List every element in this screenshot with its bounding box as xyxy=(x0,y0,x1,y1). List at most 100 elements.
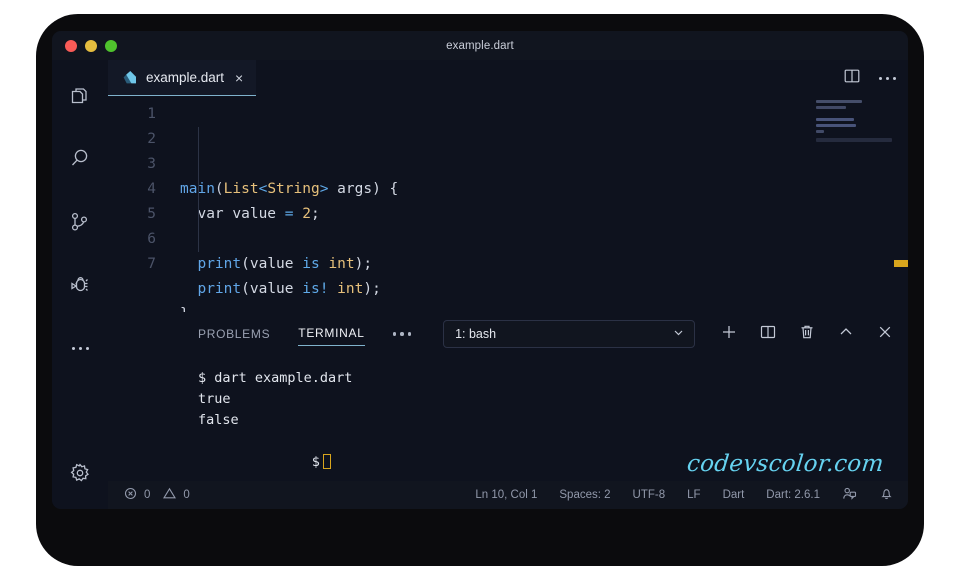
line-number: 7 xyxy=(147,256,156,272)
terminal-line: false xyxy=(198,412,239,428)
close-icon[interactable] xyxy=(876,323,894,346)
code-token: print xyxy=(197,256,242,272)
files-icon xyxy=(67,83,93,109)
line-number: 5 xyxy=(147,206,156,222)
trash-icon[interactable] xyxy=(798,323,816,346)
traffic-lights xyxy=(65,39,117,52)
tab-problems[interactable]: PROBLEMS xyxy=(198,327,270,346)
editor-main: example.dart × 1 2 3 4 5 6 7 (List<Strin… xyxy=(108,60,908,509)
terminal-line: true xyxy=(198,391,231,407)
source-control-icon xyxy=(67,209,93,235)
activity-bar xyxy=(52,60,108,509)
terminal-cursor xyxy=(322,454,331,469)
split-editor-icon[interactable] xyxy=(843,67,861,90)
code-token: ( xyxy=(214,181,224,197)
terminal-lines: $ dart example.dart true false xyxy=(198,368,908,431)
gear-icon xyxy=(67,460,93,486)
code-token: print xyxy=(197,281,242,297)
minimap[interactable] xyxy=(816,100,892,160)
bottom-panel: PROBLEMS TERMINAL 1: bash $ dart example… xyxy=(108,312,908,481)
line-number: 1 xyxy=(147,106,156,122)
line-number: 3 xyxy=(147,156,156,172)
ellipsis-icon[interactable] xyxy=(879,76,896,80)
sidebar-item-more-views[interactable] xyxy=(60,328,100,368)
code-token: < xyxy=(258,181,268,197)
code-token: is! xyxy=(302,281,329,297)
editor-action-bar xyxy=(843,60,896,96)
watermark: codevscolor.com xyxy=(686,451,886,477)
code-token: String xyxy=(267,181,320,197)
panel-header: PROBLEMS TERMINAL 1: bash xyxy=(108,312,908,356)
sidebar-item-run-and-debug[interactable] xyxy=(60,265,100,305)
error-icon xyxy=(124,487,137,503)
warning-count: 0 xyxy=(183,489,190,501)
window-title-bar: example.dart xyxy=(52,31,908,60)
code-editor[interactable]: 1 2 3 4 5 6 7 main(List<String> args) { var va… xyxy=(108,96,908,312)
line-number: 4 xyxy=(147,181,156,197)
error-count: 0 xyxy=(144,489,151,501)
split-icon[interactable] xyxy=(759,323,777,346)
window-body: example.dart × 1 2 3 4 5 6 7 (List<Strin… xyxy=(52,60,908,509)
status-bar-problems[interactable]: 0 0 xyxy=(124,487,190,503)
code-token: args) { xyxy=(328,181,399,197)
panel-more-tabs-icon[interactable] xyxy=(392,332,412,336)
minimap-row xyxy=(816,100,862,103)
minimap-row xyxy=(816,118,854,121)
debug-icon xyxy=(67,272,93,298)
code-line: var value = 2; xyxy=(180,202,398,227)
close-icon[interactable]: × xyxy=(235,71,243,85)
zoom-window-button[interactable] xyxy=(105,39,117,52)
dart-file-icon xyxy=(122,70,138,86)
terminal-selector-dropdown[interactable]: 1: bash xyxy=(443,320,696,348)
terminal-output[interactable]: $ dart example.dart true false $ codevscol… xyxy=(108,356,908,481)
code-token: ); xyxy=(354,256,373,272)
panel-action-bar xyxy=(720,312,894,356)
line-number-gutter: 1 2 3 4 5 6 7 xyxy=(108,102,166,312)
line-number: 2 xyxy=(147,131,156,147)
code-line: print(value is! int); xyxy=(180,277,398,302)
close-window-button[interactable] xyxy=(65,39,77,52)
editor-tab-bar: example.dart × xyxy=(108,60,908,96)
terminal-prompt: $ xyxy=(311,454,320,470)
overview-ruler-mark xyxy=(894,260,908,267)
sidebar-item-manage-settings[interactable] xyxy=(60,453,100,493)
tab-example-dart[interactable]: example.dart × xyxy=(108,60,257,96)
minimap-row xyxy=(816,130,824,133)
code-token: is xyxy=(302,256,320,272)
sidebar-item-search[interactable] xyxy=(60,139,100,179)
sidebar-item-source-control[interactable] xyxy=(60,202,100,242)
code-token: int xyxy=(328,256,355,272)
code-token: 2 xyxy=(302,206,311,222)
minimap-row xyxy=(816,124,856,127)
minimize-window-button[interactable] xyxy=(85,39,97,52)
indent-guide xyxy=(198,127,199,252)
vscode-window: example.dart example.dart × 1 2 3 4 5 6 … xyxy=(52,31,908,509)
line-number: 6 xyxy=(147,231,156,247)
chevron-up-icon[interactable] xyxy=(837,323,855,346)
tab-label: example.dart xyxy=(146,70,225,85)
code-token: int xyxy=(337,281,364,297)
minimap-slider[interactable] xyxy=(816,138,892,142)
tab-terminal[interactable]: TERMINAL xyxy=(298,326,365,346)
code-line: print(value is int); xyxy=(180,252,398,277)
window-title: example.dart xyxy=(446,39,514,52)
code-token: ; xyxy=(310,206,320,222)
ellipsis-icon xyxy=(71,346,89,350)
code-token: List xyxy=(223,181,259,197)
code-view: 1 2 3 4 5 6 7 main(List<String> args) { var va… xyxy=(108,102,398,312)
warning-icon xyxy=(163,487,177,503)
code-token: ); xyxy=(363,281,381,297)
code-line: } xyxy=(180,302,398,312)
sidebar-item-explorer[interactable] xyxy=(60,76,100,116)
search-icon xyxy=(67,146,93,172)
code-token: (value xyxy=(241,256,303,272)
code-token: (value xyxy=(241,281,303,297)
code-token: = xyxy=(284,206,294,222)
plus-icon[interactable] xyxy=(720,323,738,346)
overview-ruler[interactable] xyxy=(894,96,908,312)
